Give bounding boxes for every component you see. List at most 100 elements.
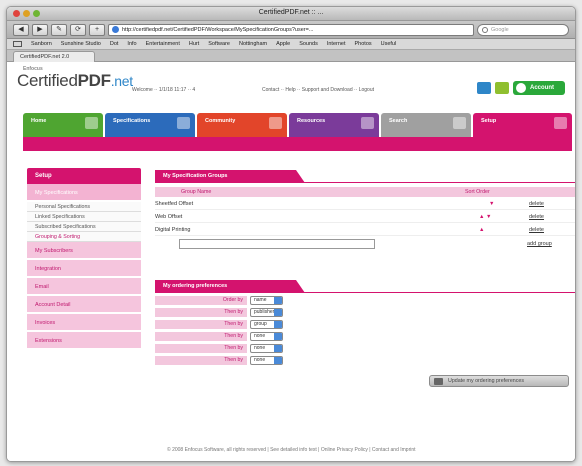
nav-tab-home[interactable]: Home — [23, 113, 103, 137]
reload-icon[interactable]: ⟳ — [70, 23, 86, 36]
bookmark-item[interactable]: Sunshine Studio — [61, 41, 101, 47]
setup-sidebar: Setup My Specifications Personal Specifi… — [27, 168, 141, 350]
new-group-input[interactable] — [179, 239, 375, 249]
then-by-select[interactable]: none — [250, 356, 283, 365]
bookmark-item[interactable]: Useful — [381, 41, 397, 47]
select-value: none — [254, 357, 266, 363]
select-value: group — [254, 321, 267, 327]
bookmarks-icon[interactable] — [13, 41, 22, 47]
sort-arrows[interactable]: ▲ ▼ — [479, 211, 491, 223]
group-name: Digital Printing — [155, 227, 191, 233]
group-name: Sheetfed Offset — [155, 201, 194, 207]
add-bookmark-button[interactable]: + — [89, 23, 105, 36]
sidebar-item-subscribers[interactable]: My Subscribers — [27, 242, 141, 260]
browser-tab-bar: CertifiedPDF.net 2.0 — [7, 50, 575, 62]
sidebar-item-my-specifications[interactable]: My Specifications — [27, 184, 141, 202]
chevron-down-icon — [274, 297, 282, 304]
bookmark-item[interactable]: Sanborn — [31, 41, 52, 47]
then-by-select[interactable]: publisher — [250, 308, 283, 317]
community-icon — [269, 117, 282, 129]
bookmark-item[interactable]: Software — [208, 41, 230, 47]
update-label: Update my ordering preferences — [448, 378, 524, 384]
sidebar-subitem-grouping[interactable]: Grouping & Sorting — [27, 232, 141, 242]
delete-link[interactable]: delete — [529, 198, 544, 210]
nav-tab-setup[interactable]: Setup — [473, 113, 572, 137]
nav-tab-specifications[interactable]: Specifications — [105, 113, 195, 137]
then-by-select[interactable]: none — [250, 344, 283, 353]
nav-tab-search[interactable]: Search — [381, 113, 471, 137]
delete-link[interactable]: delete — [529, 224, 544, 236]
ordering-row: Then by none — [155, 332, 285, 342]
search-field[interactable]: Google — [477, 23, 569, 36]
sort-arrows[interactable]: ▼ — [489, 198, 494, 210]
sidebar-subitem-personal[interactable]: Personal Specifications — [27, 202, 141, 212]
table-row: Sheetfed Offset ▼ delete — [155, 198, 575, 210]
order-by-select[interactable]: name — [250, 296, 283, 305]
help-icon[interactable] — [477, 82, 491, 94]
title-bar: CertifiedPDF.net :: ... — [7, 7, 575, 21]
select-value: name — [254, 297, 267, 303]
bookmark-item[interactable]: Nottingham — [239, 41, 267, 47]
nav-tab-label: Community — [205, 118, 236, 124]
nav-tab-label: Setup — [481, 118, 497, 124]
setup-band — [23, 137, 572, 151]
bookmark-item[interactable]: Internet — [327, 41, 346, 47]
resources-icon — [361, 117, 374, 129]
update-ordering-button[interactable]: Update my ordering preferences — [429, 375, 569, 387]
sidebar-subitem-subscribed[interactable]: Subscribed Specifications — [27, 222, 141, 232]
add-group-link[interactable]: add group — [527, 241, 552, 247]
ordering-row: Then by none — [155, 344, 285, 354]
groups-table-header: Group Name Sort Order — [155, 187, 575, 197]
chevron-down-icon — [274, 345, 282, 352]
select-value: publisher — [254, 309, 275, 315]
sidebar-item-account-detail[interactable]: Account Detail — [27, 296, 141, 314]
window-title: CertifiedPDF.net :: ... — [258, 9, 324, 16]
bookmark-item[interactable]: Photos — [355, 41, 372, 47]
ordering-label: Then by — [155, 344, 247, 353]
sort-arrows[interactable]: ▲ — [479, 224, 484, 236]
account-label: Account — [530, 85, 554, 91]
nav-tab-community[interactable]: Community — [197, 113, 287, 137]
specifications-icon — [177, 117, 190, 129]
account-button[interactable]: Account — [513, 81, 565, 95]
logo-pdf: PDF — [77, 71, 111, 90]
bookmark-item[interactable]: Info — [127, 41, 136, 47]
address-bar[interactable]: http://certifiedpdf.net/CertifiedPDF/Wor… — [108, 23, 474, 36]
then-by-select[interactable]: none — [250, 332, 283, 341]
back-button[interactable]: ◀ — [13, 23, 29, 36]
bookmark-item[interactable]: Sounds — [299, 41, 318, 47]
sidebar-item-invoices[interactable]: Invoices — [27, 314, 141, 332]
nav-tab-resources[interactable]: Resources — [289, 113, 379, 137]
sidebar-title: Setup — [27, 168, 141, 184]
then-by-select[interactable]: group — [250, 320, 283, 329]
nav-tab-label: Search — [389, 118, 408, 124]
bookmark-item[interactable]: Apple — [276, 41, 290, 47]
browser-toolbar: ◀ ▶ ✎ ⟳ + http://certifiedpdf.net/Certif… — [7, 21, 575, 39]
magnifier-icon — [453, 117, 466, 129]
sidebar-subitem-linked[interactable]: Linked Specifications — [27, 212, 141, 222]
site-logo[interactable]: CertifiedPDF.net — [17, 71, 133, 91]
sidebar-item-integration[interactable]: Integration — [27, 260, 141, 278]
delete-link[interactable]: delete — [529, 211, 544, 223]
edit-icon[interactable]: ✎ — [51, 23, 67, 36]
sidebar-item-email[interactable]: Email — [27, 278, 141, 296]
page-footer[interactable]: © 2008 Enfocus Software, all rights rese… — [167, 447, 416, 453]
bookmark-item[interactable]: Entertainment — [146, 41, 180, 47]
ordering-row: Then by publisher — [155, 308, 285, 318]
bookmark-item[interactable]: Dot — [110, 41, 119, 47]
ordering-row: Order by name — [155, 296, 285, 306]
bookmark-item[interactable]: Hurt — [189, 41, 199, 47]
header-links[interactable]: Contact ·· Help ·· Support and Download … — [262, 87, 374, 93]
table-row: Digital Printing ▲ delete — [155, 224, 575, 236]
support-icon[interactable] — [495, 82, 509, 94]
forward-button[interactable]: ▶ — [32, 23, 48, 36]
ordering-label: Then by — [155, 356, 247, 365]
wrench-icon — [554, 117, 567, 129]
table-row: Web Offset ▲ ▼ delete — [155, 211, 575, 223]
bookmarks-bar: Sanborn Sunshine Studio Dot Info Enterta… — [7, 39, 575, 50]
browser-tab[interactable]: CertifiedPDF.net 2.0 — [13, 51, 95, 62]
nav-tab-label: Home — [31, 118, 47, 124]
welcome-info: Welcome ·· 1/1/18 11:17 ·· 4 — [132, 87, 196, 93]
sidebar-item-extensions[interactable]: Extensions — [27, 332, 141, 350]
ordering-label: Then by — [155, 332, 247, 341]
